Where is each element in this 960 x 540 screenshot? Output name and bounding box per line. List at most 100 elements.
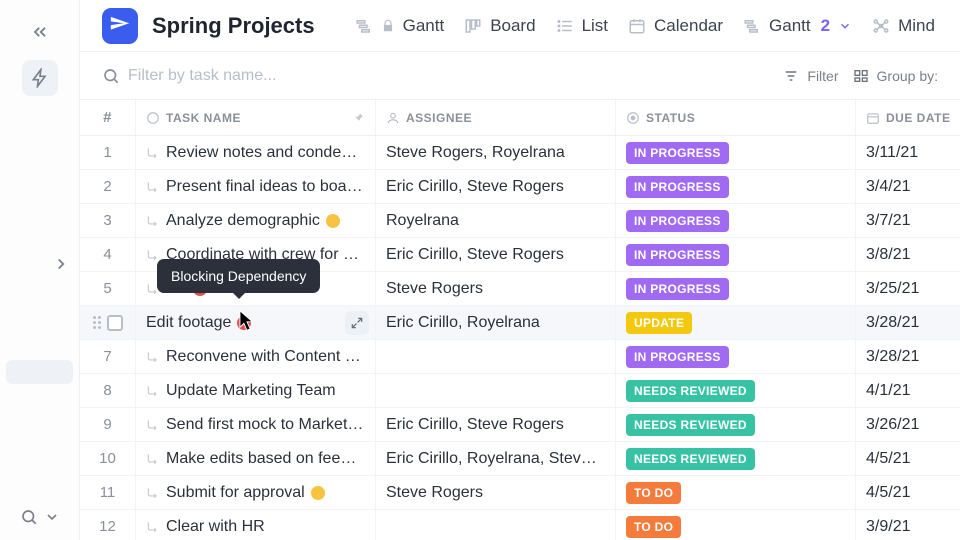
rail-dropdown[interactable] [44, 509, 60, 525]
status-badge: NEEDS REVIEWED [626, 414, 755, 436]
row-checkbox[interactable] [107, 315, 123, 331]
assignee-cell[interactable]: Eric Cirillo, Steve Rogers [376, 238, 616, 271]
due-cell[interactable]: 3/25/21 [856, 272, 960, 305]
search-icon [20, 508, 38, 526]
table-row[interactable]: 12Clear with HRTO DO3/9/21 [80, 510, 960, 540]
task-cell[interactable]: Reconvene with Content … [136, 340, 376, 373]
status-cell[interactable]: IN PROGRESS [616, 204, 856, 237]
expand-task-button[interactable] [345, 311, 369, 335]
assignee-cell[interactable]: Eric Cirillo, Royelrana [376, 306, 616, 339]
assignee-cell[interactable] [376, 510, 616, 540]
due-cell[interactable]: 3/7/21 [856, 204, 960, 237]
table-row[interactable]: 2Present final ideas to boa…Eric Cirillo… [80, 170, 960, 204]
due-cell[interactable]: 3/4/21 [856, 170, 960, 203]
due-cell[interactable]: 4/5/21 [856, 476, 960, 509]
table-row[interactable]: 8Update Marketing Team NEEDS REVIEWED4/1/… [80, 374, 960, 408]
automation-button[interactable] [22, 60, 58, 96]
due-cell[interactable]: 4/1/21 [856, 374, 960, 407]
view-board[interactable]: Board [464, 16, 535, 36]
dependency-marker[interactable] [311, 486, 325, 500]
status-cell[interactable]: IN PROGRESS [616, 238, 856, 271]
view-gantt-2[interactable]: Gantt 2 [743, 16, 852, 36]
task-cell[interactable]: Present final ideas to boa… [136, 170, 376, 203]
assignee-cell[interactable]: Steve Rogers [376, 272, 616, 305]
col-num[interactable]: # [80, 100, 136, 135]
col-task[interactable]: TASK NAME [136, 100, 376, 135]
view-label: Calendar [654, 16, 723, 36]
status-badge: IN PROGRESS [626, 346, 729, 368]
task-cell[interactable]: Edit footage [136, 306, 376, 339]
collapse-sidebar-button[interactable] [22, 14, 58, 50]
status-cell[interactable]: IN PROGRESS [616, 136, 856, 169]
view-mindmap[interactable]: Mind Map [872, 16, 938, 36]
status-cell[interactable]: IN PROGRESS [616, 340, 856, 373]
task-cell[interactable]: Make edits based on feedba… [136, 442, 376, 475]
status-badge: IN PROGRESS [626, 176, 729, 198]
due-cell[interactable]: 3/11/21 [856, 136, 960, 169]
calendar-icon [866, 111, 880, 125]
assignee-text: Eric Cirillo, Steve Rogers [386, 178, 564, 196]
task-cell[interactable]: Update Marketing Team [136, 374, 376, 407]
view-calendar[interactable]: Calendar [628, 16, 723, 36]
view-gantt-1[interactable]: Gantt [355, 16, 445, 36]
due-cell[interactable]: 3/28/21 [856, 306, 960, 339]
due-cell[interactable]: 4/5/21 [856, 442, 960, 475]
filter-button[interactable]: Filter [783, 68, 838, 84]
col-status[interactable]: STATUS [616, 100, 856, 135]
table-row[interactable]: 11 Submit for approval Steve RogersTO DO4/… [80, 476, 960, 510]
dependency-marker[interactable] [326, 214, 340, 228]
task-cell[interactable]: Review notes and conden… [136, 136, 376, 169]
filter-input[interactable] [128, 67, 368, 85]
drag-handle-icon[interactable] [93, 316, 101, 329]
status-badge: IN PROGRESS [626, 278, 729, 300]
search-button[interactable] [20, 508, 38, 526]
task-name: Submit for approval [166, 484, 305, 502]
groupby-button[interactable]: Group by: [853, 68, 938, 84]
row-index: 3 [80, 204, 136, 237]
status-cell[interactable]: NEEDS REVIEWED [616, 408, 856, 441]
task-cell[interactable]: Analyze demographic [136, 204, 376, 237]
assignee-cell[interactable]: Royelrana [376, 204, 616, 237]
view-list[interactable]: List [556, 16, 608, 36]
assignee-text: Eric Cirillo, Steve Rogers [386, 246, 564, 264]
pin-icon[interactable] [351, 111, 365, 125]
status-cell[interactable]: UPDATE [616, 306, 856, 339]
task-name: Reconvene with Content … [166, 348, 361, 366]
subtask-icon [146, 486, 160, 500]
assignee-cell[interactable]: Steve Rogers [376, 476, 616, 509]
status-cell[interactable]: NEEDS REVIEWED [616, 442, 856, 475]
task-cell[interactable]: Clear with HR [136, 510, 376, 540]
col-assignee[interactable]: ASSIGNEE [376, 100, 616, 135]
due-cell[interactable]: 3/28/21 [856, 340, 960, 373]
status-badge: IN PROGRESS [626, 210, 729, 232]
task-cell[interactable]: Submit for approval [136, 476, 376, 509]
assignee-cell[interactable] [376, 374, 616, 407]
due-cell[interactable]: 3/26/21 [856, 408, 960, 441]
expand-rail-button[interactable] [0, 255, 80, 273]
due-cell[interactable]: 3/9/21 [856, 510, 960, 540]
table-row[interactable]: 3Analyze demographicRoyelrana IN PROGRESS… [80, 204, 960, 238]
assignee-cell[interactable]: Eric Cirillo, Steve Rogers [376, 408, 616, 441]
assignee-cell[interactable] [376, 340, 616, 373]
project-logo[interactable] [102, 8, 138, 44]
status-cell[interactable]: TO DO [616, 510, 856, 540]
table-row[interactable]: 1Review notes and conden…Steve Rogers, R… [80, 136, 960, 170]
view-label: List [582, 16, 608, 36]
table-row[interactable]: 10Make edits based on feedba…Eric Cirill… [80, 442, 960, 476]
status-cell[interactable]: IN PROGRESS [616, 272, 856, 305]
table-row[interactable]: 9Send first mock to Marketing…Eric Ciril… [80, 408, 960, 442]
dependency-tooltip: Blocking Dependency [157, 259, 320, 293]
table-row[interactable]: 7Reconvene with Content …IN PROGRESS3/28… [80, 340, 960, 374]
table-row[interactable]: Edit footageEric Cirillo, RoyelranaUPDAT… [80, 306, 960, 340]
col-due[interactable]: DUE DATE [856, 100, 960, 135]
row-index: 8 [80, 374, 136, 407]
assignee-cell[interactable]: Steve Rogers, Royelrana [376, 136, 616, 169]
task-cell[interactable]: Send first mock to Marketing… [136, 408, 376, 441]
due-cell[interactable]: 3/8/21 [856, 238, 960, 271]
assignee-cell[interactable]: Eric Cirillo, Steve Rogers [376, 170, 616, 203]
status-cell[interactable]: TO DO [616, 476, 856, 509]
status-cell[interactable]: NEEDS REVIEWED [616, 374, 856, 407]
row-index: 11 [80, 476, 136, 509]
status-cell[interactable]: IN PROGRESS [616, 170, 856, 203]
assignee-cell[interactable]: Eric Cirillo, Royelrana, Steve … [376, 442, 616, 475]
